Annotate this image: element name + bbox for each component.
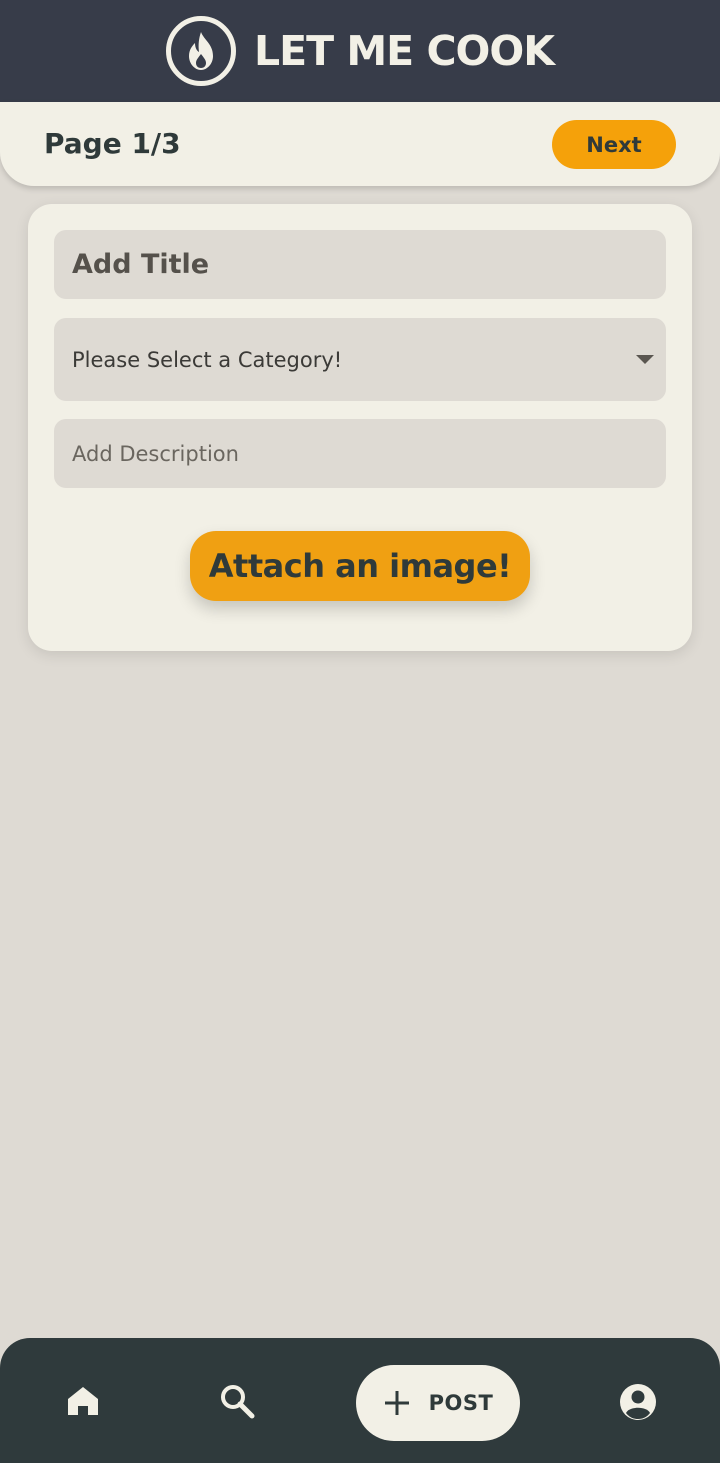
flame-icon xyxy=(165,16,236,86)
plus-icon xyxy=(383,1389,411,1417)
app-title: LET ME COOK xyxy=(253,27,555,75)
title-input[interactable]: Add Title xyxy=(54,230,666,299)
next-button[interactable]: Next xyxy=(552,120,676,169)
page-progress-bar: Page 1/3 Next xyxy=(0,102,720,186)
category-select[interactable]: Please Select a Category! xyxy=(54,318,666,401)
account-circle-icon[interactable] xyxy=(616,1380,660,1424)
post-form-card: Add Title Please Select a Category! Add … xyxy=(28,204,692,651)
category-select-value: Please Select a Category! xyxy=(72,347,343,372)
page-indicator: Page 1/3 xyxy=(44,127,181,160)
search-icon[interactable] xyxy=(216,1380,258,1422)
attach-image-button[interactable]: Attach an image! xyxy=(190,531,530,601)
home-icon[interactable] xyxy=(62,1380,104,1422)
app-header: LET ME COOK xyxy=(0,0,720,102)
description-input[interactable]: Add Description xyxy=(54,419,666,488)
dropdown-arrow-icon xyxy=(636,355,654,364)
post-label: POST xyxy=(428,1391,494,1415)
post-button[interactable]: POST xyxy=(356,1365,520,1441)
bottom-navigation: POST xyxy=(0,1338,720,1463)
